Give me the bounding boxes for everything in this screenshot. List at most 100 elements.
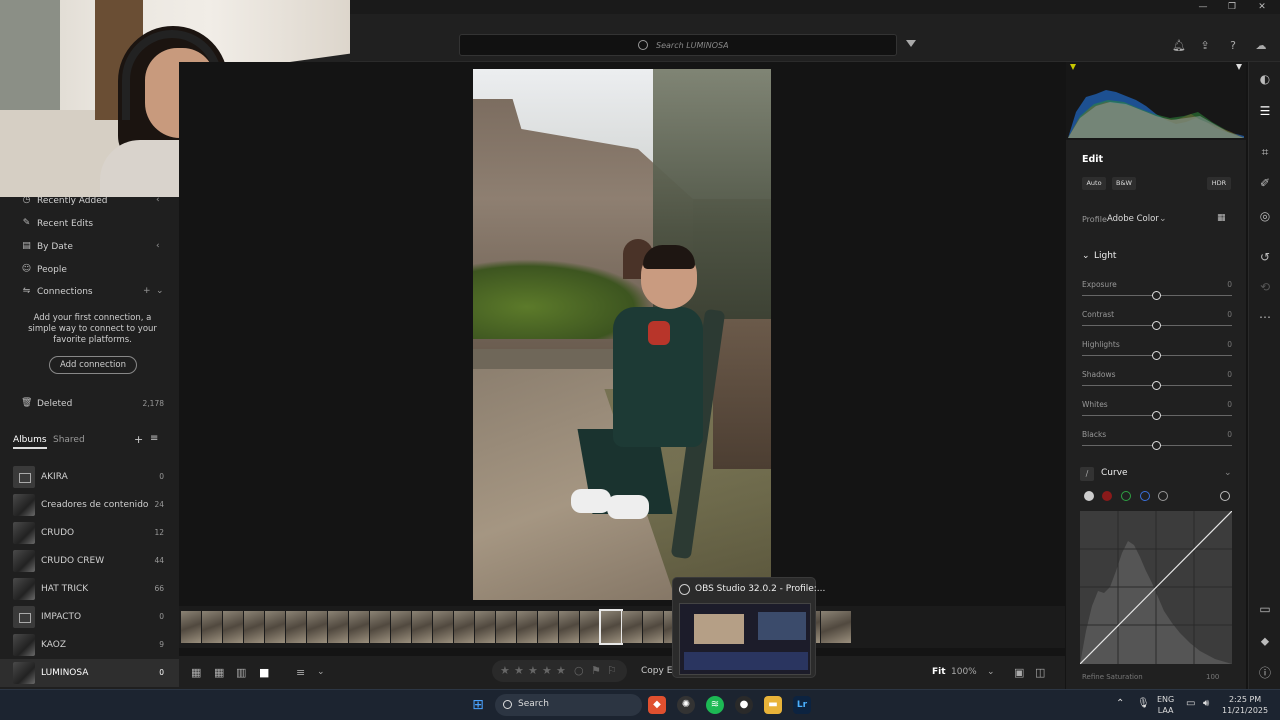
versions-icon[interactable]: ↺ (1258, 250, 1272, 264)
filmstrip-thumbnail[interactable] (454, 611, 474, 643)
filmstrip-thumbnail[interactable] (821, 611, 851, 643)
nav-people[interactable]: ☺ People (0, 260, 179, 280)
chatgpt-icon[interactable]: ✺ (677, 696, 695, 714)
album-item[interactable]: CRUDO 12 (0, 519, 179, 547)
chevron-down-icon[interactable]: ⌄ (1159, 214, 1167, 224)
close-button[interactable]: ✕ (1251, 0, 1273, 14)
zoom-level[interactable]: 100% (951, 667, 977, 677)
nav-connections[interactable]: ⇋ Connections + ⌄ (0, 282, 179, 302)
profile-browser-icon[interactable]: ▦ (1217, 213, 1226, 223)
file-explorer-icon[interactable]: ▬ (764, 696, 782, 714)
cloud-sync-icon[interactable]: ☁ (1255, 40, 1267, 52)
grid-small-icon[interactable]: ▦ (191, 666, 201, 679)
chevron-down-icon[interactable]: ⌄ (156, 286, 164, 296)
chevron-down-icon[interactable]: ⌄ (1224, 468, 1232, 478)
target-adjust-icon[interactable] (1220, 491, 1230, 501)
chevron-left-icon[interactable]: ‹ (156, 241, 160, 251)
filmstrip-thumbnail[interactable] (391, 611, 411, 643)
detail-view-icon[interactable]: ■ (259, 666, 269, 679)
filmstrip-thumbnail[interactable] (286, 611, 306, 643)
red-channel-button[interactable] (1102, 491, 1112, 501)
filmstrip-thumbnail[interactable] (599, 609, 623, 645)
chevron-down-icon[interactable]: ⌄ (317, 667, 325, 677)
filmstrip-thumbnail[interactable] (349, 611, 369, 643)
album-item[interactable]: Creadores de contenido 24 (0, 491, 179, 519)
light-section-header[interactable]: Light (1094, 251, 1116, 261)
chevron-down-icon[interactable]: ⌄ (1082, 251, 1090, 261)
slider-knob[interactable] (1152, 321, 1161, 330)
sort-icon[interactable]: ≡ (150, 433, 158, 444)
nav-by-date[interactable]: ▤ By Date ‹ (0, 237, 179, 257)
filmstrip-thumbnail[interactable] (244, 611, 264, 643)
compare-icon[interactable]: ▣ (1014, 666, 1024, 679)
add-connection-button[interactable]: Add connection (49, 356, 137, 374)
filmstrip-thumbnail[interactable] (202, 611, 222, 643)
add-album-icon[interactable]: + (134, 433, 143, 446)
filmstrip-thumbnail[interactable] (433, 611, 453, 643)
volume-icon[interactable]: 🔊︎ (1203, 698, 1209, 709)
album-item[interactable]: IMPACTO 0 (0, 603, 179, 631)
taskbar-search[interactable]: Search (495, 694, 642, 716)
comments-icon[interactable]: ▭ (1258, 602, 1272, 616)
star-icon[interactable]: ★ (514, 664, 524, 677)
nav-deleted[interactable]: 🗑︎ Deleted 2,178 (0, 394, 179, 414)
info-icon[interactable]: ⓘ (1258, 666, 1272, 680)
star-icon[interactable]: ★ (556, 664, 566, 677)
album-item[interactable]: AKIRA 0 (0, 463, 179, 491)
slider-highlights[interactable]: Highlights 0 (1082, 340, 1232, 366)
help-icon[interactable]: ? (1227, 40, 1239, 52)
grid-large-icon[interactable]: ▦ (214, 666, 224, 679)
split-view-icon[interactable]: ◫ (1035, 666, 1045, 679)
remix-icon[interactable]: ⟲ (1258, 280, 1272, 294)
tray-chevron-up-icon[interactable]: ⌃ (1116, 698, 1124, 709)
tone-curve-graph[interactable] (1080, 511, 1232, 664)
nav-recent-edits[interactable]: ✎ Recent Edits (0, 214, 179, 234)
presets-icon[interactable]: ◐ (1258, 72, 1272, 86)
restore-button[interactable]: ❐ (1221, 0, 1243, 14)
more-icon[interactable]: ⋯ (1258, 310, 1272, 324)
chevron-down-icon[interactable]: ⌄ (987, 667, 995, 677)
crop-icon[interactable]: ⌗ (1258, 145, 1272, 159)
brave-browser-icon[interactable]: ◆ (648, 696, 666, 714)
filmstrip-thumbnail[interactable] (559, 611, 579, 643)
filmstrip-thumbnail[interactable] (475, 611, 495, 643)
filmstrip-thumbnail[interactable] (370, 611, 390, 643)
filmstrip-thumbnail[interactable] (412, 611, 432, 643)
star-icon[interactable]: ★ (542, 664, 552, 677)
square-grid-icon[interactable]: ▥ (236, 666, 246, 679)
add-icon[interactable]: + (143, 286, 151, 296)
slider-whites[interactable]: Whites 0 (1082, 400, 1232, 426)
filmstrip-thumbnail[interactable] (181, 611, 201, 643)
windows-start-icon[interactable]: ⊞ (469, 696, 487, 714)
tab-albums[interactable]: Albums (13, 435, 47, 449)
filmstrip-thumbnail[interactable] (643, 611, 663, 643)
language-indicator[interactable]: ENG LAA (1157, 694, 1174, 716)
network-icon[interactable]: ▭ (1186, 698, 1195, 709)
filmstrip-thumbnail[interactable] (223, 611, 243, 643)
curve-mode-icon[interactable] (1158, 491, 1168, 501)
tab-shared[interactable]: Shared (53, 435, 85, 445)
slider-knob[interactable] (1152, 351, 1161, 360)
clock[interactable]: 2:25 PM 11/21/2025 (1222, 694, 1268, 716)
filter-icon[interactable] (906, 40, 916, 47)
blue-channel-button[interactable] (1140, 491, 1150, 501)
slider-contrast[interactable]: Contrast 0 (1082, 310, 1232, 336)
bw-button[interactable]: B&W (1112, 177, 1136, 190)
healing-icon[interactable]: ✐ (1258, 176, 1272, 190)
green-channel-button[interactable] (1121, 491, 1131, 501)
star-icon[interactable]: ★ (528, 664, 538, 677)
filmstrip-thumbnail[interactable] (538, 611, 558, 643)
filmstrip-thumbnail[interactable] (328, 611, 348, 643)
album-item[interactable]: KAOZ 9 (0, 631, 179, 659)
rgb-channel-button[interactable] (1084, 491, 1094, 501)
lightroom-icon[interactable]: Lr (793, 696, 811, 714)
bell-icon[interactable]: 🔔︎ (1172, 40, 1186, 52)
slider-blacks[interactable]: Blacks 0 (1082, 430, 1232, 456)
flag-reject-icon[interactable]: ⚐ (607, 664, 617, 677)
filmstrip-thumbnail[interactable] (307, 611, 327, 643)
edit-sliders-icon[interactable]: ☰ (1258, 104, 1272, 118)
album-item-selected[interactable]: LUMINOSA 0 (0, 659, 179, 687)
slider-knob[interactable] (1152, 411, 1161, 420)
slider-knob[interactable] (1152, 441, 1161, 450)
minimize-button[interactable]: — (1192, 0, 1214, 14)
